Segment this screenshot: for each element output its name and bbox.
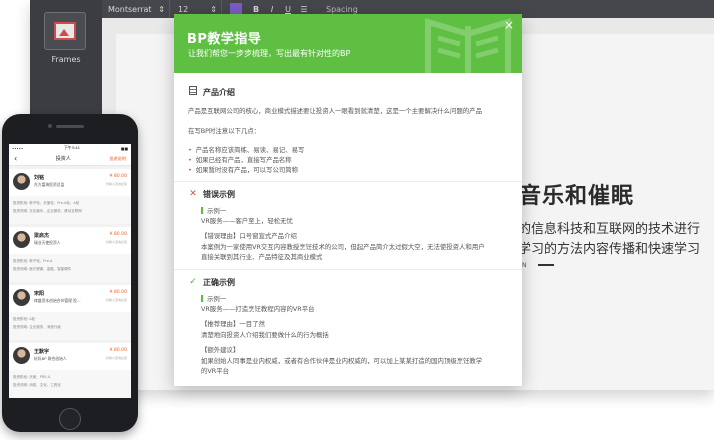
modal-header: BP教学指导 让我们帮您一步步梳理，写出最有针对性的BP × xyxy=(174,14,522,73)
investor-org: 律盛资本创始合伙管理 投... xyxy=(34,298,81,303)
home-button[interactable] xyxy=(59,408,81,430)
spacing-control[interactable]: Spacing xyxy=(326,5,358,14)
reason-text-1: 本案例为一家使用VR交互内容教授烹饪技术的公司，但起产品简介太过假大空，无法使投… xyxy=(201,243,485,251)
avatar xyxy=(13,347,30,364)
canvas-small-text: N xyxy=(522,262,529,269)
modal-subtitle: 让我们帮您一步步梳理，写出最有针对性的BP xyxy=(188,49,351,58)
reason-label: 【推荐理由】一目了然 xyxy=(201,320,265,328)
investor-note: 约聊人咨询反馈 xyxy=(105,182,127,186)
phone-mockup: ••••• 下午3:41 ■■ ‹ 投资人 投递说明 刘铭 东方富海投资总监 ¥… xyxy=(2,114,138,432)
avatar xyxy=(13,173,30,190)
investor-note: 约聊人咨询反馈 xyxy=(105,240,127,244)
check-icon: ✓ xyxy=(189,277,197,287)
cross-icon: ✕ xyxy=(189,189,197,199)
document-icon xyxy=(189,86,197,95)
bold-button[interactable]: B xyxy=(248,5,264,14)
investor-card[interactable]: 刘铭 东方富海投资总监 ¥ 80.00 约聊人咨询反馈 投资阶段: 种子轮、天使… xyxy=(9,169,131,224)
reason-text-2: 直接关联到其行业、产品特征及其商业模式 xyxy=(201,253,323,261)
status-time: 下午3:41 xyxy=(63,145,81,150)
status-bar: ••••• 下午3:41 ■■ xyxy=(9,144,131,152)
investor-name: 宋阳 xyxy=(34,291,45,297)
reason-label: 【错误理由】口号窗宣式产品介绍 xyxy=(201,232,297,240)
delivery-info-link[interactable]: 投递说明 xyxy=(109,156,126,162)
signal-icon: ••••• xyxy=(12,145,24,151)
bp-guide-modal: BP教学指导 让我们帮您一步步梳理，写出最有针对性的BP × 产品介绍 产品是互… xyxy=(174,14,522,386)
investor-price: ¥ 80.00 xyxy=(109,348,127,353)
back-icon[interactable]: ‹ xyxy=(14,154,17,163)
investor-tags: 投资阶段: 天使、PRE-A 投资领域: 消费、文化、工具化 xyxy=(9,370,131,398)
extra-text-2: 的VR平台 xyxy=(201,367,229,375)
avatar xyxy=(13,289,30,306)
investor-tags: 投资阶段: 种子轮、天使轮、Pre-A轮、A轮 投资领域: 文化娱乐、企业服务、… xyxy=(9,196,131,224)
chevron-updown-icon: ⇕ xyxy=(210,4,217,14)
underline-button[interactable]: U xyxy=(280,5,296,14)
reason-text: 清楚地向投资人介绍我们要做什么的行为概括 xyxy=(201,331,329,339)
section-product-intro: 产品介绍 产品是互联网公司的核心，商业模式描述要让投资人一眼看到就清楚，这是一个… xyxy=(174,85,522,181)
investor-name: 王默宇 xyxy=(34,349,50,355)
investor-note: 约聊人咨询反馈 xyxy=(105,356,127,360)
camera-icon xyxy=(48,124,52,128)
stage: Frames Montserrat ⇕ 12 ⇕ B I U ☰ Spacing… xyxy=(0,0,714,440)
extra-label: 【额外建议】 xyxy=(201,346,240,354)
chevron-updown-icon: ⇕ xyxy=(158,4,165,14)
investor-note: 约聊人咨询反馈 xyxy=(105,298,127,302)
investor-org: 瑞业天使投资人 xyxy=(34,240,61,245)
investor-price: ¥ 80.00 xyxy=(109,232,127,237)
accent-bar xyxy=(201,295,203,302)
investor-price: ¥ 80.00 xyxy=(109,290,127,295)
section-wrong-example: ✕ 错误示例 示例一 VR服务——客户至上，轻松无忧 【错误理由】口号窗宣式产品… xyxy=(174,181,522,269)
example-text: VR服务——客户至上，轻松无忧 xyxy=(201,217,293,225)
investor-name: 刘铭 xyxy=(34,175,45,181)
font-name: Montserrat xyxy=(108,4,152,14)
section-right-example: ✓ 正确示例 示例一 VR服务——打造烹饪教程内容的VR平台 【推荐理由】一目了… xyxy=(174,269,522,386)
align-button[interactable]: ☰ xyxy=(296,5,312,14)
section-heading: 产品介绍 xyxy=(203,87,235,97)
speaker-grille xyxy=(56,125,84,128)
investor-org: 东方富海投资总监 xyxy=(34,182,65,187)
investor-card[interactable]: 宋阳 律盛资本创始合伙管理 投... ¥ 80.00 约聊人咨询反馈 投资阶段:… xyxy=(9,285,131,340)
investor-card[interactable]: 梁启杰 瑞业天使投资人 ¥ 80.00 约聊人咨询反馈 投资阶段: 种子轮、Pr… xyxy=(9,227,131,282)
investor-org: 杭烁BP 联合创始人 xyxy=(34,356,67,361)
list-item: 如果暂时没有产品，可以写公司简称 xyxy=(188,166,304,176)
avatar xyxy=(13,231,30,248)
accent-bar xyxy=(201,207,203,214)
section-heading: 错误示例 xyxy=(203,189,235,199)
example-label: 示例一 xyxy=(201,206,226,215)
example-text: VR服务——打造烹饪教程内容的VR平台 xyxy=(201,305,315,313)
frames-button[interactable] xyxy=(44,12,86,50)
intro-note: 在写BP时注意以下几点： xyxy=(188,127,261,135)
investor-card[interactable]: 王默宇 杭烁BP 联合创始人 ¥ 80.00 约聊人咨询反馈 投资阶段: 天使、… xyxy=(9,343,131,398)
italic-button[interactable]: I xyxy=(264,5,280,14)
battery-icon: ■■ xyxy=(120,145,128,151)
example-label: 示例一 xyxy=(201,294,226,303)
modal-body: 产品介绍 产品是互联网公司的核心，商业模式描述要让投资人一眼看到就清楚，这是一个… xyxy=(174,73,522,386)
investor-price: ¥ 80.00 xyxy=(109,174,127,179)
canvas-divider xyxy=(538,264,554,266)
canvas-line-2: 学习的方法内容传播和快速学习 xyxy=(518,242,701,257)
frames-label: Frames xyxy=(51,55,81,64)
list-item: 如果已经有产品，直接写产品名称 xyxy=(188,156,304,166)
intro-bullets: 产品名称应该简练、易读、易记、易写 如果已经有产品，直接写产品名称 如果暂时没有… xyxy=(188,146,305,176)
extra-text-1: 如果创始人同事是业内权威，或者有合作伙伴是业内权威的，可以加上某某打造的国内顶级… xyxy=(201,357,483,365)
image-icon xyxy=(54,22,76,40)
investor-tags: 投资阶段: A轮 投资领域: 企业服务、消费升级 xyxy=(9,312,131,340)
canvas-line-1: 的信息科技和互联网的技术进行 xyxy=(518,222,701,237)
phone-screen: ••••• 下午3:41 ■■ ‹ 投资人 投递说明 刘铭 东方富海投资总监 ¥… xyxy=(9,144,131,398)
section-heading: 正确示例 xyxy=(203,277,235,287)
nav-bar: ‹ 投资人 投递说明 xyxy=(9,152,131,166)
intro-text: 产品是互联网公司的核心，商业模式描述要让投资人一眼看到就清楚，这是一个主要解决什… xyxy=(188,107,482,115)
modal-title: BP教学指导 xyxy=(187,32,262,47)
font-select[interactable]: Montserrat ⇕ xyxy=(102,0,170,18)
close-icon[interactable]: × xyxy=(502,18,516,32)
font-size-value: 12 xyxy=(178,4,189,14)
nav-title: 投资人 xyxy=(55,156,71,162)
list-item: 产品名称应该简练、易读、易记、易写 xyxy=(188,146,305,156)
investor-name: 梁启杰 xyxy=(34,233,50,239)
investor-tags: 投资阶段: 种子轮、Pre-A 投资领域: 医疗健康、金融、智能硬件 xyxy=(9,254,131,282)
